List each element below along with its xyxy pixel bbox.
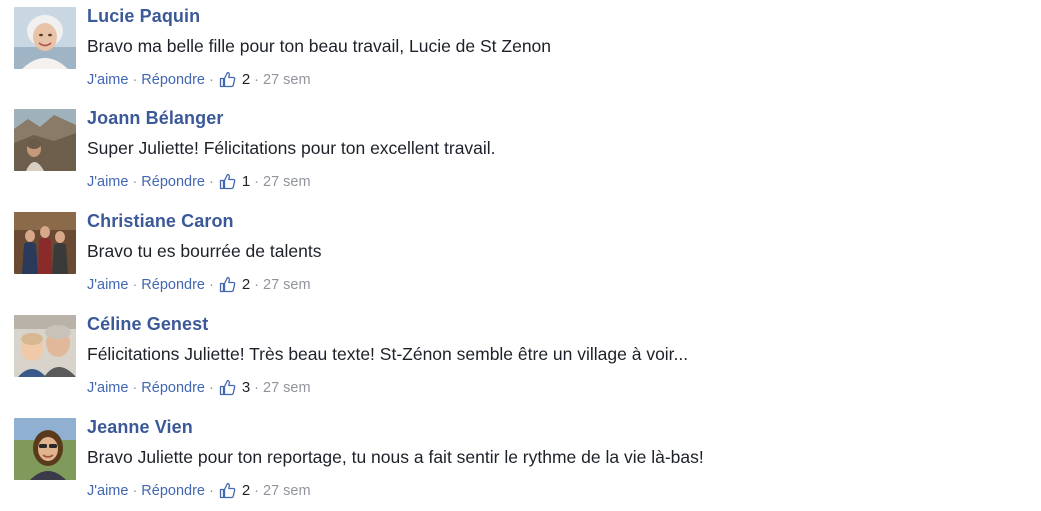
comment-author[interactable]: Jeanne Vien — [87, 417, 193, 438]
separator: · — [254, 379, 260, 396]
comment-timestamp[interactable]: 27 sem — [263, 380, 311, 396]
avatar[interactable] — [14, 315, 76, 377]
comment-actions: J'aime · Répondre · 2 · 27 sem — [87, 482, 311, 499]
thumbs-up-icon[interactable] — [219, 379, 236, 396]
comment-text: Super Juliette! Félicitations pour ton e… — [87, 138, 496, 158]
comment-text: Bravo tu es bourrée de talents — [87, 241, 322, 261]
comment-item: Christiane Caron Bravo tu es bourrée de … — [0, 205, 1041, 305]
like-count[interactable]: 2 — [242, 482, 250, 499]
like-link[interactable]: J'aime — [87, 72, 128, 88]
separator: · — [208, 173, 214, 190]
avatar[interactable] — [14, 7, 76, 69]
thumbs-up-icon[interactable] — [219, 482, 236, 499]
like-count[interactable]: 2 — [242, 276, 250, 293]
avatar[interactable] — [14, 212, 76, 274]
like-link[interactable]: J'aime — [87, 483, 128, 499]
separator: · — [208, 71, 214, 88]
separator: · — [132, 482, 138, 499]
comment-item: Joann Bélanger Super Juliette! Félicitat… — [0, 102, 1041, 202]
separator: · — [132, 71, 138, 88]
comment-actions: J'aime · Répondre · 2 · 27 sem — [87, 276, 311, 293]
separator: · — [254, 276, 260, 293]
comment-author[interactable]: Céline Genest — [87, 314, 208, 335]
comment-text: Félicitations Juliette! Très beau texte!… — [87, 344, 689, 364]
comment-author[interactable]: Joann Bélanger — [87, 108, 223, 129]
thumbs-up-icon[interactable] — [219, 173, 236, 190]
comment-actions: J'aime · Répondre · 2 · 27 sem — [87, 71, 311, 88]
like-count[interactable]: 3 — [242, 379, 250, 396]
like-link[interactable]: J'aime — [87, 277, 128, 293]
comment-timestamp[interactable]: 27 sem — [263, 174, 311, 190]
comment-timestamp[interactable]: 27 sem — [263, 277, 311, 293]
separator: · — [208, 276, 214, 293]
separator: · — [254, 173, 260, 190]
comment-text: Bravo Juliette pour ton reportage, tu no… — [87, 447, 704, 467]
separator: · — [208, 482, 214, 499]
reply-link[interactable]: Répondre — [141, 72, 205, 88]
reply-link[interactable]: Répondre — [141, 483, 205, 499]
avatar[interactable] — [14, 109, 76, 171]
reply-link[interactable]: Répondre — [141, 174, 205, 190]
comment-author[interactable]: Lucie Paquin — [87, 6, 200, 27]
thumbs-up-icon[interactable] — [219, 276, 236, 293]
like-count[interactable]: 2 — [242, 71, 250, 88]
comment-item: Lucie Paquin Bravo ma belle fille pour t… — [0, 0, 1041, 100]
avatar[interactable] — [14, 418, 76, 480]
comment-actions: J'aime · Répondre · 1 · 27 sem — [87, 173, 311, 190]
like-link[interactable]: J'aime — [87, 380, 128, 396]
comment-text: Bravo ma belle fille pour ton beau trava… — [87, 36, 552, 56]
comment-timestamp[interactable]: 27 sem — [263, 483, 311, 499]
comment-timestamp[interactable]: 27 sem — [263, 72, 311, 88]
comment-author[interactable]: Christiane Caron — [87, 211, 234, 232]
comment-item: Jeanne Vien Bravo Juliette pour ton repo… — [0, 411, 1041, 511]
like-link[interactable]: J'aime — [87, 174, 128, 190]
thumbs-up-icon[interactable] — [219, 71, 236, 88]
reply-link[interactable]: Répondre — [141, 277, 205, 293]
separator: · — [208, 379, 214, 396]
separator: · — [132, 379, 138, 396]
comment-item: Céline Genest Félicitations Juliette! Tr… — [0, 308, 1041, 408]
separator: · — [132, 276, 138, 293]
reply-link[interactable]: Répondre — [141, 380, 205, 396]
separator: · — [254, 71, 260, 88]
separator: · — [132, 173, 138, 190]
like-count[interactable]: 1 — [242, 173, 250, 190]
comment-actions: J'aime · Répondre · 3 · 27 sem — [87, 379, 311, 396]
separator: · — [254, 482, 260, 499]
